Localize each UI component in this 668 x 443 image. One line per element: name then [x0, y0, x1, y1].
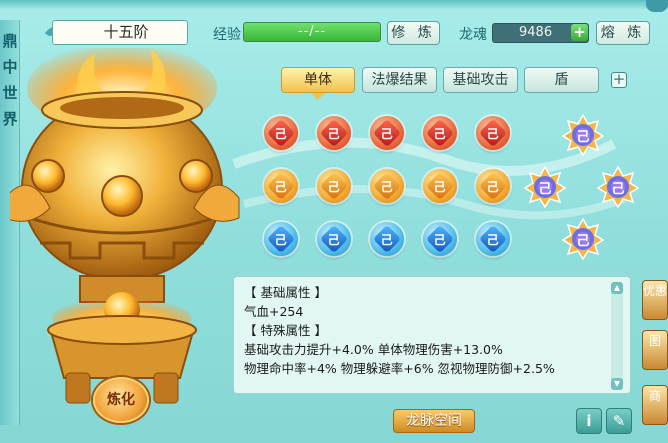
orange-gem-slot[interactable]: 己 — [370, 169, 404, 203]
info-scrollbar[interactable]: ▲ ▼ — [611, 282, 623, 390]
close-tab[interactable] — [646, 0, 668, 12]
special-attr-line: 基础攻击力提升+4.0% 单体物理伤害+13.0% — [244, 342, 503, 357]
blue-gem-slot[interactable]: 己 — [370, 222, 404, 256]
add-dragon-soul-button[interactable]: + — [571, 24, 588, 41]
level-display: 十五阶 — [52, 20, 188, 45]
add-tab-button[interactable]: + — [611, 72, 627, 88]
dragon-cauldron-panel: 鼎 中 世 界 炼化 十五阶 经验 --/-- 修 炼 龙魂 9486 + 熔 … — [0, 0, 668, 443]
gem-core-icon: 己 — [478, 118, 508, 148]
gem-glyph: 己 — [380, 232, 394, 247]
gem-core-icon: 己 — [266, 224, 296, 254]
gem-core-icon: 己 — [478, 224, 508, 254]
refine-button[interactable]: 炼化 — [93, 377, 149, 423]
attribute-info-box: 【 基础属性 】 气血+254 【 特殊属性 】 基础攻击力提升+4.0% 单体… — [233, 276, 631, 394]
gem-glyph: 己 — [380, 179, 394, 194]
gem-glyph: 己 — [380, 126, 394, 141]
active-tab-arrow — [311, 93, 325, 100]
red-gem-slot[interactable]: 己 — [317, 116, 351, 150]
gem-glyph: 己 — [274, 126, 288, 141]
gem-core-icon: 己 — [425, 224, 455, 254]
gem-core-icon: 己 — [319, 118, 349, 148]
gem-core-icon: 己 — [319, 171, 349, 201]
gem-glyph: 己 — [274, 232, 288, 247]
scroll-down-icon[interactable]: ▼ — [611, 378, 623, 390]
gem-core-icon: 己 — [425, 171, 455, 201]
orange-gem-slot[interactable]: 己 — [317, 169, 351, 203]
red-gem-slot[interactable]: 己 — [476, 116, 510, 150]
dragon-vein-space-button[interactable]: 龙脉空间 — [393, 409, 475, 433]
red-gem-slot[interactable]: 己 — [264, 116, 298, 150]
orange-gem-slot[interactable]: 己 — [264, 169, 298, 203]
blue-gem-slot[interactable]: 己 — [264, 222, 298, 256]
tab-single[interactable]: 单体 — [281, 67, 355, 93]
red-gem-slot[interactable]: 己 — [423, 116, 457, 150]
blue-gem-slot[interactable]: 己 — [476, 222, 510, 256]
smelt-button[interactable]: 熔 炼 — [596, 21, 650, 45]
gem-core-icon: 己 — [372, 224, 402, 254]
map-shortcut[interactable]: 图 — [642, 330, 668, 370]
star-gem-glyph: 己 — [576, 129, 590, 145]
gem-glyph: 己 — [327, 232, 341, 247]
special-attr-header: 【 特殊属性 】 — [244, 323, 327, 338]
tab-shield[interactable]: 盾 — [524, 67, 599, 93]
golden-cauldron-image — [10, 48, 240, 404]
gem-glyph: 己 — [433, 126, 447, 141]
cultivate-button[interactable]: 修 炼 — [387, 21, 440, 45]
base-attr-line: 气血+254 — [244, 304, 304, 319]
experience-label: 经验 — [213, 27, 241, 43]
star-gem-slot[interactable]: 己 — [562, 218, 604, 260]
orange-gem-slot[interactable]: 己 — [423, 169, 457, 203]
edit-icon[interactable]: ✎ — [606, 408, 632, 434]
gem-slot-area: 己己己己己己己己己己己己己己己 己己己己 — [224, 104, 644, 269]
base-attr-header: 【 基础属性 】 — [244, 285, 327, 300]
blue-gem-slot[interactable]: 己 — [423, 222, 457, 256]
tab-base-attack[interactable]: 基础攻击 — [443, 67, 518, 93]
gem-glyph: 己 — [486, 179, 500, 194]
scroll-up-icon[interactable]: ▲ — [611, 282, 623, 294]
gem-glyph: 己 — [433, 232, 447, 247]
gem-glyph: 己 — [327, 179, 341, 194]
gem-core-icon: 己 — [372, 118, 402, 148]
star-gem-glyph: 己 — [538, 181, 552, 197]
dragon-soul-label: 龙魂 — [459, 27, 487, 43]
red-gem-slot[interactable]: 己 — [370, 116, 404, 150]
gem-core-icon: 己 — [266, 118, 296, 148]
shop-shortcut[interactable]: 商 — [642, 385, 668, 425]
gem-core-icon: 己 — [425, 118, 455, 148]
special-attr-line: 物理命中率+4% 物理躲避率+6% 忽视物理防御+2.5% — [244, 361, 555, 376]
star-gem-glyph: 己 — [576, 233, 590, 249]
info-icon[interactable]: i — [576, 408, 602, 434]
star-gem-slot[interactable]: 己 — [562, 114, 604, 156]
gem-core-icon: 己 — [319, 224, 349, 254]
gem-glyph: 己 — [486, 232, 500, 247]
gem-core-icon: 己 — [478, 171, 508, 201]
gem-core-icon: 己 — [266, 171, 296, 201]
discount-shortcut[interactable]: 优惠 — [642, 280, 668, 320]
experience-bar: --/-- — [243, 22, 381, 42]
star-gem-glyph: 己 — [611, 181, 625, 197]
gem-glyph: 己 — [327, 126, 341, 141]
tab-magic-crit[interactable]: 法爆结果 — [362, 67, 437, 93]
gem-glyph: 己 — [433, 179, 447, 194]
orange-gem-slot[interactable]: 己 — [476, 169, 510, 203]
gem-glyph: 己 — [486, 126, 500, 141]
gem-glyph: 己 — [274, 179, 288, 194]
gem-core-icon: 己 — [372, 171, 402, 201]
panel-top-band — [0, 0, 668, 10]
star-gem-slot[interactable]: 己 — [597, 166, 639, 208]
star-gem-slot[interactable]: 己 — [524, 166, 566, 208]
blue-gem-slot[interactable]: 己 — [317, 222, 351, 256]
